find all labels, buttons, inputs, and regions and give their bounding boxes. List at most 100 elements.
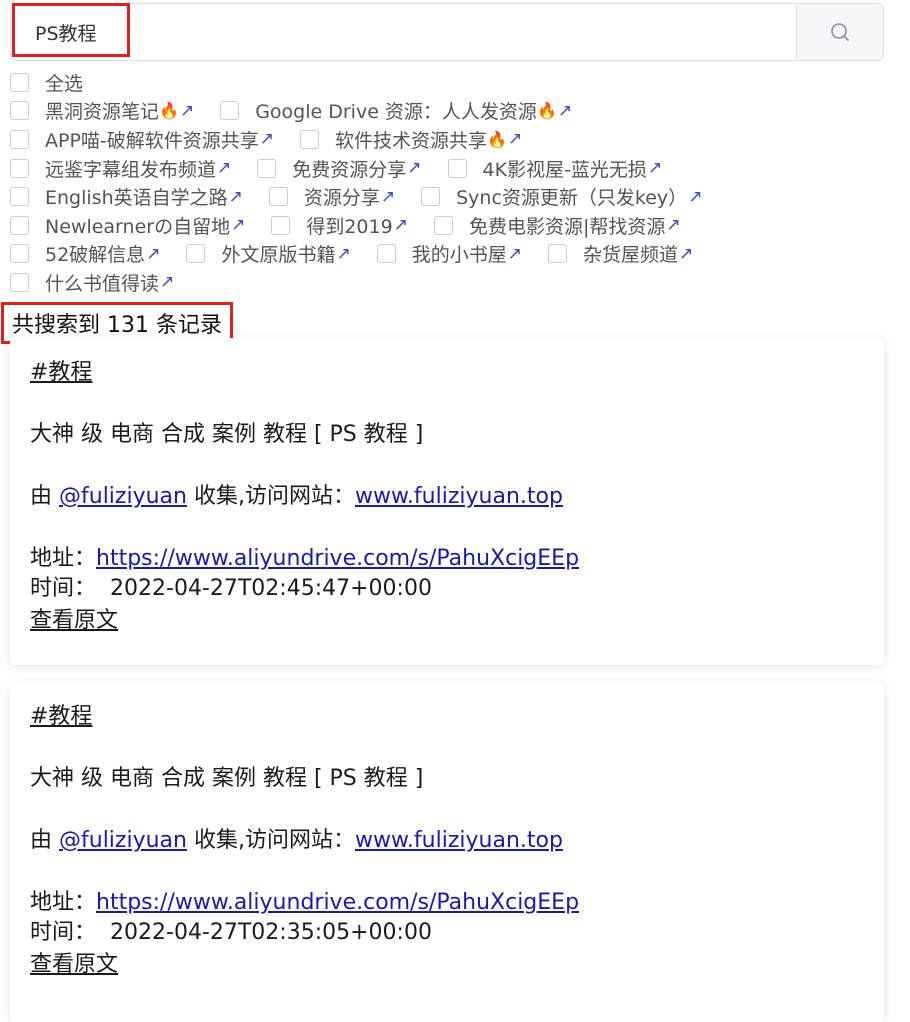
search-input[interactable]	[11, 4, 798, 60]
channel-option[interactable]: 免费电影资源|帮找资源 ↗	[433, 212, 681, 239]
fire-icon: 🔥	[159, 101, 179, 121]
checkbox[interactable]	[10, 72, 29, 92]
external-link-icon[interactable]: ↗	[180, 101, 194, 121]
result-title: 大神 级 电商 合成 案例 教程 [ PS 教程 ]	[30, 422, 424, 447]
checkbox[interactable]	[271, 215, 291, 235]
source-middle: 收集,访问网站：	[186, 828, 355, 853]
filter-row: 黑洞资源笔记 🔥 ↗ Google Drive 资源：人人发资源 🔥 ↗	[10, 97, 900, 126]
checkbox[interactable]	[421, 187, 441, 207]
channel-option[interactable]: 外文原版书籍 ↗	[186, 240, 351, 267]
result-card: #教程 大神 级 电商 合成 案例 教程 [ PS 教程 ] 由 @fulizi…	[10, 338, 884, 665]
checkbox[interactable]	[300, 129, 320, 149]
channel-option[interactable]: English英语自学之路 ↗	[10, 183, 243, 210]
search-button[interactable]	[796, 4, 883, 60]
source-prefix: 由	[30, 484, 59, 509]
view-original-link[interactable]: 查看原文	[30, 606, 118, 637]
fire-icon: 🔥	[536, 101, 557, 121]
external-link-icon[interactable]: ↗	[336, 244, 350, 264]
result-source: 由 @fuliziyuan 收集,访问网站：www.fuliziyuan.top	[30, 482, 563, 513]
search-bar	[10, 3, 884, 61]
external-link-icon[interactable]: ↗	[394, 215, 408, 235]
time-label: 时间：	[30, 920, 97, 945]
address-link[interactable]: https://www.aliyundrive.com/s/PahuXcigEE…	[96, 546, 579, 571]
external-link-icon[interactable]: ↗	[146, 244, 160, 264]
time-value: 2022-04-27T02:45:47+00:00	[110, 576, 432, 601]
channel-option[interactable]: 52破解信息 ↗	[10, 240, 160, 267]
channel-option[interactable]: 免费资源分享 ↗	[257, 155, 422, 182]
channel-label: 远鉴字幕组发布频道	[45, 158, 217, 181]
channel-option[interactable]: 4K影视屋-蓝光无损 ↗	[447, 155, 662, 182]
channel-option[interactable]: 软件技术资源共享 🔥 ↗	[300, 126, 522, 153]
channel-option[interactable]: Newlearnerの自留地 ↗	[10, 212, 245, 239]
address-label: 地址：	[30, 546, 97, 571]
channel-option[interactable]: 杂货屋频道 ↗	[547, 240, 693, 267]
external-link-icon[interactable]: ↗	[260, 129, 274, 149]
collector-link[interactable]: @fuliziyuan	[59, 484, 187, 509]
channel-label: APP喵-破解软件资源共享	[45, 129, 259, 152]
external-link-icon[interactable]: ↗	[231, 215, 245, 235]
address-link[interactable]: https://www.aliyundrive.com/s/PahuXcigEE…	[96, 890, 579, 915]
external-link-icon[interactable]: ↗	[229, 187, 243, 207]
checkbox[interactable]	[376, 244, 396, 264]
checkbox[interactable]	[10, 187, 29, 207]
external-link-icon[interactable]: ↗	[679, 244, 693, 264]
checkbox[interactable]	[10, 272, 29, 292]
select-all-label: 全选	[45, 72, 84, 95]
checkbox[interactable]	[10, 215, 29, 235]
external-link-icon[interactable]: ↗	[381, 187, 395, 207]
checkbox[interactable]	[257, 158, 277, 178]
checkbox[interactable]	[10, 129, 29, 149]
filter-row: 远鉴字幕组发布频道 ↗ 免费资源分享 ↗ 4K影视屋-蓝光无损 ↗	[10, 154, 900, 183]
time-value: 2022-04-27T02:35:05+00:00	[110, 920, 432, 945]
select-all-checkbox[interactable]: 全选	[10, 69, 83, 96]
channel-label: Newlearnerの自留地	[45, 215, 231, 238]
time-label: 时间：	[30, 576, 97, 601]
checkbox[interactable]	[433, 215, 453, 235]
collector-link[interactable]: @fuliziyuan	[59, 828, 187, 853]
external-link-icon[interactable]: ↗	[648, 158, 662, 178]
external-link-icon[interactable]: ↗	[407, 158, 421, 178]
external-link-icon[interactable]: ↗	[508, 244, 522, 264]
checkbox[interactable]	[10, 101, 29, 121]
channel-option[interactable]: Google Drive 资源：人人发资源 🔥 ↗	[220, 97, 572, 124]
channel-label: 得到2019	[306, 215, 393, 238]
channel-filters: 全选 黑洞资源笔记 🔥 ↗ Google Drive 资源：人人发资源 🔥 ↗ APP喵-破…	[10, 68, 900, 297]
channel-label: English英语自学之路	[45, 187, 228, 210]
site-link[interactable]: www.fuliziyuan.top	[355, 828, 563, 853]
channel-option[interactable]: 资源分享 ↗	[268, 183, 395, 210]
search-icon	[831, 23, 849, 41]
source-prefix: 由	[30, 828, 59, 853]
filter-row: Newlearnerの自留地 ↗ 得到2019 ↗ 免费电影资源|帮找资源 ↗	[10, 211, 900, 240]
result-tag-link[interactable]: #教程	[30, 702, 92, 733]
view-original-link[interactable]: 查看原文	[30, 950, 118, 981]
checkbox[interactable]	[10, 244, 29, 264]
external-link-icon[interactable]: ↗	[508, 129, 522, 149]
channel-label: 软件技术资源共享	[335, 129, 488, 152]
result-tag-link[interactable]: #教程	[30, 358, 92, 389]
external-link-icon[interactable]: ↗	[688, 187, 702, 207]
result-address: 地址：https://www.aliyundrive.com/s/PahuXci…	[30, 888, 579, 919]
external-link-icon[interactable]: ↗	[160, 272, 174, 292]
external-link-icon[interactable]: ↗	[217, 158, 231, 178]
checkbox[interactable]	[547, 244, 567, 264]
site-link[interactable]: www.fuliziyuan.top	[355, 484, 563, 509]
channel-option[interactable]: 我的小书屋 ↗	[376, 240, 522, 267]
source-middle: 收集,访问网站：	[186, 484, 355, 509]
channel-option[interactable]: APP喵-破解软件资源共享 ↗	[10, 126, 274, 153]
channel-option[interactable]: 得到2019 ↗	[271, 212, 408, 239]
result-address: 地址：https://www.aliyundrive.com/s/PahuXci…	[30, 544, 579, 575]
checkbox[interactable]	[220, 101, 240, 121]
channel-option[interactable]: 黑洞资源笔记 🔥 ↗	[10, 97, 194, 124]
checkbox[interactable]	[10, 158, 29, 178]
checkbox[interactable]	[447, 158, 467, 178]
external-link-icon[interactable]: ↗	[666, 215, 680, 235]
channel-option[interactable]: 什么书值得读 ↗	[10, 269, 174, 296]
filter-rows: 黑洞资源笔记 🔥 ↗ Google Drive 资源：人人发资源 🔥 ↗ APP喵-破解软件…	[10, 97, 900, 297]
channel-option[interactable]: Sync资源更新（只发key） ↗	[421, 183, 702, 210]
external-link-icon[interactable]: ↗	[558, 101, 572, 121]
checkbox[interactable]	[186, 244, 206, 264]
channel-option[interactable]: 远鉴字幕组发布频道 ↗	[10, 155, 231, 182]
checkbox[interactable]	[268, 187, 288, 207]
filter-row: 52破解信息 ↗ 外文原版书籍 ↗ 我的小书屋 ↗ 杂货屋频道 ↗	[10, 240, 900, 269]
result-time: 时间： 2022-04-27T02:35:05+00:00	[30, 918, 432, 949]
